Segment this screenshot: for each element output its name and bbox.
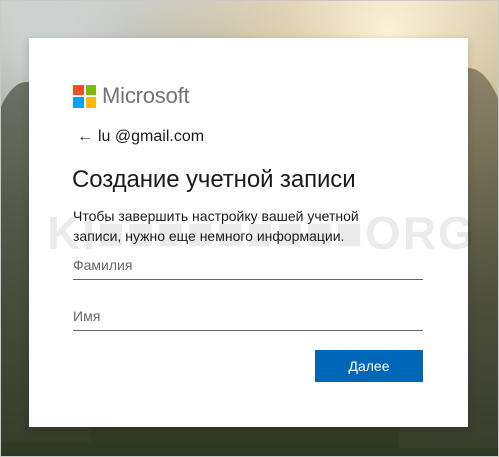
next-button[interactable]: Далее	[315, 350, 423, 382]
microsoft-wordmark: Microsoft	[102, 83, 190, 108]
account-identity: ← lu @gmail.com	[77, 128, 204, 146]
microsoft-logo-yellow-square	[85, 97, 96, 108]
microsoft-logo-green-square	[85, 84, 96, 95]
sign-up-card: Microsoft ← lu @gmail.com Создание учетн…	[29, 38, 474, 427]
first-name-field-wrapper	[73, 302, 423, 331]
microsoft-brand: Microsoft	[73, 83, 190, 109]
microsoft-logo-blue-square	[73, 97, 84, 108]
first-name-input[interactable]	[73, 302, 423, 330]
back-arrow-icon[interactable]: ←	[77, 129, 93, 145]
last-name-field-wrapper	[73, 251, 423, 280]
page-title: Создание учетной записи	[72, 166, 356, 193]
form-description: Чтобы завершить настройку вашей учетной …	[73, 208, 359, 244]
microsoft-logo-icon	[73, 84, 96, 108]
last-name-input[interactable]	[73, 251, 423, 279]
microsoft-logo-red-square	[73, 84, 84, 95]
account-email: lu @gmail.com	[98, 128, 205, 145]
